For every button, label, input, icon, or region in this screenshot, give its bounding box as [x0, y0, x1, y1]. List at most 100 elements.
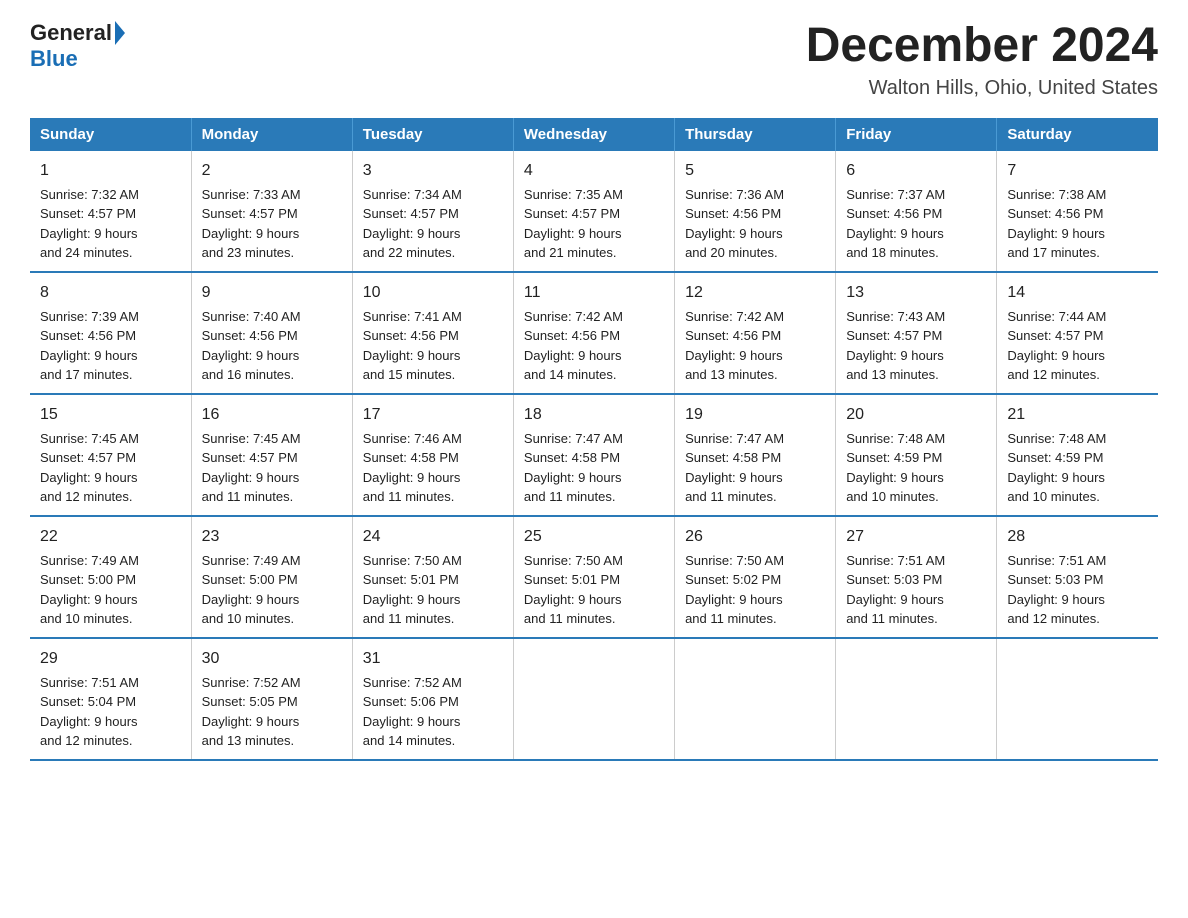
calendar-day-cell: 24Sunrise: 7:50 AMSunset: 5:01 PMDayligh… — [352, 516, 513, 638]
calendar-day-cell: 17Sunrise: 7:46 AMSunset: 4:58 PMDayligh… — [352, 394, 513, 516]
day-number: 3 — [363, 159, 503, 183]
day-number: 7 — [1007, 159, 1148, 183]
day-info: Sunrise: 7:46 AMSunset: 4:58 PMDaylight:… — [363, 429, 503, 507]
calendar-day-cell — [513, 638, 674, 760]
calendar-day-cell: 14Sunrise: 7:44 AMSunset: 4:57 PMDayligh… — [997, 272, 1158, 394]
day-info: Sunrise: 7:36 AMSunset: 4:56 PMDaylight:… — [685, 185, 825, 263]
day-number: 13 — [846, 281, 986, 305]
day-number: 23 — [202, 525, 342, 549]
day-info: Sunrise: 7:39 AMSunset: 4:56 PMDaylight:… — [40, 307, 181, 385]
day-number: 1 — [40, 159, 181, 183]
calendar-day-cell: 30Sunrise: 7:52 AMSunset: 5:05 PMDayligh… — [191, 638, 352, 760]
logo-arrow-icon — [115, 21, 125, 45]
calendar-week-row: 22Sunrise: 7:49 AMSunset: 5:00 PMDayligh… — [30, 516, 1158, 638]
weekday-header: Sunday — [30, 118, 191, 151]
day-info: Sunrise: 7:33 AMSunset: 4:57 PMDaylight:… — [202, 185, 342, 263]
calendar-day-cell: 19Sunrise: 7:47 AMSunset: 4:58 PMDayligh… — [675, 394, 836, 516]
calendar-week-row: 29Sunrise: 7:51 AMSunset: 5:04 PMDayligh… — [30, 638, 1158, 760]
day-info: Sunrise: 7:38 AMSunset: 4:56 PMDaylight:… — [1007, 185, 1148, 263]
page-title: December 2024 — [806, 20, 1158, 73]
day-number: 22 — [40, 525, 181, 549]
day-info: Sunrise: 7:32 AMSunset: 4:57 PMDaylight:… — [40, 185, 181, 263]
day-number: 8 — [40, 281, 181, 305]
calendar-day-cell: 27Sunrise: 7:51 AMSunset: 5:03 PMDayligh… — [836, 516, 997, 638]
calendar-day-cell — [997, 638, 1158, 760]
calendar-day-cell: 31Sunrise: 7:52 AMSunset: 5:06 PMDayligh… — [352, 638, 513, 760]
day-number: 11 — [524, 281, 664, 305]
logo: General Blue — [30, 20, 128, 72]
day-info: Sunrise: 7:51 AMSunset: 5:03 PMDaylight:… — [1007, 551, 1148, 629]
calendar-day-cell: 2Sunrise: 7:33 AMSunset: 4:57 PMDaylight… — [191, 151, 352, 272]
day-number: 9 — [202, 281, 342, 305]
day-info: Sunrise: 7:40 AMSunset: 4:56 PMDaylight:… — [202, 307, 342, 385]
day-info: Sunrise: 7:49 AMSunset: 5:00 PMDaylight:… — [202, 551, 342, 629]
day-info: Sunrise: 7:35 AMSunset: 4:57 PMDaylight:… — [524, 185, 664, 263]
calendar-day-cell: 21Sunrise: 7:48 AMSunset: 4:59 PMDayligh… — [997, 394, 1158, 516]
day-info: Sunrise: 7:42 AMSunset: 4:56 PMDaylight:… — [524, 307, 664, 385]
day-info: Sunrise: 7:44 AMSunset: 4:57 PMDaylight:… — [1007, 307, 1148, 385]
day-info: Sunrise: 7:45 AMSunset: 4:57 PMDaylight:… — [202, 429, 342, 507]
weekday-header: Thursday — [675, 118, 836, 151]
day-info: Sunrise: 7:50 AMSunset: 5:02 PMDaylight:… — [685, 551, 825, 629]
day-info: Sunrise: 7:52 AMSunset: 5:05 PMDaylight:… — [202, 673, 342, 751]
calendar-day-cell: 22Sunrise: 7:49 AMSunset: 5:00 PMDayligh… — [30, 516, 191, 638]
calendar-day-cell: 15Sunrise: 7:45 AMSunset: 4:57 PMDayligh… — [30, 394, 191, 516]
calendar-day-cell: 4Sunrise: 7:35 AMSunset: 4:57 PMDaylight… — [513, 151, 674, 272]
day-number: 27 — [846, 525, 986, 549]
day-number: 12 — [685, 281, 825, 305]
day-info: Sunrise: 7:47 AMSunset: 4:58 PMDaylight:… — [685, 429, 825, 507]
day-number: 2 — [202, 159, 342, 183]
day-info: Sunrise: 7:50 AMSunset: 5:01 PMDaylight:… — [524, 551, 664, 629]
calendar-day-cell: 10Sunrise: 7:41 AMSunset: 4:56 PMDayligh… — [352, 272, 513, 394]
day-info: Sunrise: 7:50 AMSunset: 5:01 PMDaylight:… — [363, 551, 503, 629]
day-number: 25 — [524, 525, 664, 549]
calendar-day-cell: 8Sunrise: 7:39 AMSunset: 4:56 PMDaylight… — [30, 272, 191, 394]
calendar-day-cell: 5Sunrise: 7:36 AMSunset: 4:56 PMDaylight… — [675, 151, 836, 272]
calendar-day-cell: 25Sunrise: 7:50 AMSunset: 5:01 PMDayligh… — [513, 516, 674, 638]
day-info: Sunrise: 7:37 AMSunset: 4:56 PMDaylight:… — [846, 185, 986, 263]
logo-general-text: General — [30, 20, 112, 46]
day-number: 29 — [40, 647, 181, 671]
day-info: Sunrise: 7:34 AMSunset: 4:57 PMDaylight:… — [363, 185, 503, 263]
day-info: Sunrise: 7:47 AMSunset: 4:58 PMDaylight:… — [524, 429, 664, 507]
day-info: Sunrise: 7:42 AMSunset: 4:56 PMDaylight:… — [685, 307, 825, 385]
day-info: Sunrise: 7:41 AMSunset: 4:56 PMDaylight:… — [363, 307, 503, 385]
day-number: 18 — [524, 403, 664, 427]
calendar-day-cell: 16Sunrise: 7:45 AMSunset: 4:57 PMDayligh… — [191, 394, 352, 516]
day-number: 4 — [524, 159, 664, 183]
day-number: 16 — [202, 403, 342, 427]
day-number: 21 — [1007, 403, 1148, 427]
day-number: 24 — [363, 525, 503, 549]
day-info: Sunrise: 7:43 AMSunset: 4:57 PMDaylight:… — [846, 307, 986, 385]
calendar-table: SundayMondayTuesdayWednesdayThursdayFrid… — [30, 118, 1158, 761]
calendar-day-cell: 28Sunrise: 7:51 AMSunset: 5:03 PMDayligh… — [997, 516, 1158, 638]
calendar-day-cell — [675, 638, 836, 760]
day-number: 19 — [685, 403, 825, 427]
calendar-day-cell: 7Sunrise: 7:38 AMSunset: 4:56 PMDaylight… — [997, 151, 1158, 272]
day-info: Sunrise: 7:45 AMSunset: 4:57 PMDaylight:… — [40, 429, 181, 507]
calendar-day-cell: 3Sunrise: 7:34 AMSunset: 4:57 PMDaylight… — [352, 151, 513, 272]
day-info: Sunrise: 7:48 AMSunset: 4:59 PMDaylight:… — [1007, 429, 1148, 507]
day-info: Sunrise: 7:51 AMSunset: 5:03 PMDaylight:… — [846, 551, 986, 629]
logo-blue-text: Blue — [30, 46, 78, 72]
calendar-day-cell: 18Sunrise: 7:47 AMSunset: 4:58 PMDayligh… — [513, 394, 674, 516]
page-header: General Blue December 2024 Walton Hills,… — [30, 20, 1158, 100]
calendar-day-cell: 26Sunrise: 7:50 AMSunset: 5:02 PMDayligh… — [675, 516, 836, 638]
title-block: December 2024 Walton Hills, Ohio, United… — [806, 20, 1158, 100]
weekday-header: Monday — [191, 118, 352, 151]
day-number: 30 — [202, 647, 342, 671]
calendar-day-cell: 1Sunrise: 7:32 AMSunset: 4:57 PMDaylight… — [30, 151, 191, 272]
day-info: Sunrise: 7:49 AMSunset: 5:00 PMDaylight:… — [40, 551, 181, 629]
day-number: 17 — [363, 403, 503, 427]
day-info: Sunrise: 7:48 AMSunset: 4:59 PMDaylight:… — [846, 429, 986, 507]
day-number: 6 — [846, 159, 986, 183]
calendar-day-cell: 12Sunrise: 7:42 AMSunset: 4:56 PMDayligh… — [675, 272, 836, 394]
day-number: 10 — [363, 281, 503, 305]
weekday-header: Friday — [836, 118, 997, 151]
day-info: Sunrise: 7:52 AMSunset: 5:06 PMDaylight:… — [363, 673, 503, 751]
day-number: 20 — [846, 403, 986, 427]
calendar-day-cell: 9Sunrise: 7:40 AMSunset: 4:56 PMDaylight… — [191, 272, 352, 394]
calendar-day-cell: 23Sunrise: 7:49 AMSunset: 5:00 PMDayligh… — [191, 516, 352, 638]
day-number: 31 — [363, 647, 503, 671]
calendar-week-row: 8Sunrise: 7:39 AMSunset: 4:56 PMDaylight… — [30, 272, 1158, 394]
